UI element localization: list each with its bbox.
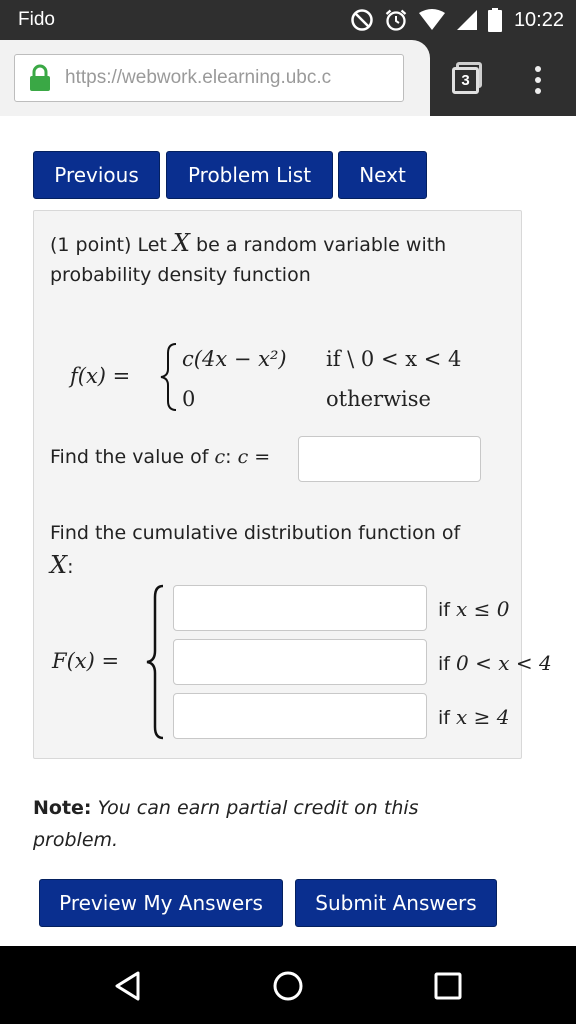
- problem-list-button[interactable]: Problem List: [166, 151, 333, 199]
- carrier-name: Fido: [18, 9, 55, 30]
- note-text-1: You can earn partial credit on this: [91, 797, 419, 819]
- overflow-menu-icon[interactable]: [530, 66, 546, 94]
- pdf-case-2-expr: 0: [182, 387, 196, 411]
- cdf-answer-input-1[interactable]: [173, 585, 427, 631]
- problem-box: (1 point) Let X be a random variable wit…: [33, 210, 552, 759]
- pdf-left-brace: [160, 343, 177, 411]
- android-nav-bar: [0, 946, 576, 1024]
- cdf-condition-3: if x ≥ 4: [438, 701, 510, 734]
- cdf-colon: :: [67, 556, 74, 578]
- signal-icon: [456, 10, 477, 30]
- address-bar[interactable]: https://webwork.elearning.ubc.c: [14, 54, 404, 102]
- status-bar: Fido 10:22: [0, 0, 576, 40]
- previous-button[interactable]: Previous: [33, 151, 160, 199]
- intro-text-a: (1 point) Let: [50, 234, 173, 256]
- recents-icon[interactable]: [433, 971, 463, 1001]
- cdf-condition-1: if x ≤ 0: [438, 593, 510, 626]
- find-c-colon: :: [225, 446, 238, 468]
- find-c-equation: c =: [237, 446, 271, 468]
- back-icon[interactable]: [112, 970, 144, 1002]
- cdf-if-3: if: [438, 707, 457, 729]
- tab-switcher-button[interactable]: 3: [452, 62, 484, 94]
- cdf-condition-2: if 0 < x < 4: [438, 647, 552, 680]
- random-variable-x: X: [172, 229, 190, 257]
- cdf-lhs: F(x) =: [52, 649, 120, 673]
- cdf-cond-1: x ≤ 0: [456, 597, 510, 621]
- cdf-if-1: if: [438, 599, 457, 621]
- url-area: https://webwork.elearning.ubc.c: [0, 40, 430, 116]
- pdf-lhs: f(x) =: [70, 364, 131, 388]
- pdf-case-1-expr: c(4x − x²): [182, 347, 287, 371]
- note-text-2: problem.: [33, 829, 119, 851]
- pdf-case-1-cond: if \ 0 < x < 4: [326, 347, 462, 371]
- cdf-left-brace: [146, 584, 164, 740]
- find-c-var: c: [214, 446, 226, 468]
- wifi-icon: [418, 9, 445, 30]
- alarm-icon: [385, 9, 407, 31]
- problem-intro-line-1: (1 point) Let X be a random variable wit…: [50, 227, 446, 261]
- home-icon[interactable]: [272, 970, 304, 1002]
- browser-toolbar: https://webwork.elearning.ubc.c 3: [0, 40, 576, 116]
- next-button[interactable]: Next: [338, 151, 427, 199]
- battery-icon: [487, 8, 502, 32]
- cdf-prompt-line-1: Find the cumulative distribution functio…: [50, 522, 461, 544]
- find-c-text: Find the value of: [50, 446, 215, 468]
- cdf-cond-3: x ≥ 4: [456, 705, 510, 729]
- c-answer-input[interactable]: [298, 436, 481, 482]
- submit-answers-button[interactable]: Submit Answers: [295, 879, 497, 927]
- cdf-variable-x: X: [50, 551, 68, 579]
- preview-answers-button[interactable]: Preview My Answers: [39, 879, 283, 927]
- cdf-prompt-line-2: X:: [50, 549, 74, 583]
- cdf-answer-input-2[interactable]: [173, 639, 427, 685]
- do-not-disturb-icon: [351, 9, 373, 31]
- lock-icon: [30, 64, 50, 91]
- clock: 10:22: [513, 8, 564, 31]
- url-text: https://webwork.elearning.ubc.c: [65, 67, 332, 88]
- problem-intro-line-2: probability density function: [50, 264, 311, 286]
- tab-count: 3: [452, 67, 479, 94]
- pdf-case-2-cond: otherwise: [326, 387, 431, 411]
- cdf-if-2: if: [438, 653, 457, 675]
- cdf-answer-input-3[interactable]: [173, 693, 427, 739]
- cdf-cond-2: 0 < x < 4: [456, 651, 552, 675]
- intro-text-b: be a random variable with: [189, 234, 447, 256]
- partial-credit-note: Note: You can earn partial credit on thi…: [33, 792, 513, 856]
- note-label: Note:: [33, 797, 92, 819]
- status-icons: 10:22: [350, 6, 564, 34]
- find-c-prompt: Find the value of c: c =: [50, 441, 270, 473]
